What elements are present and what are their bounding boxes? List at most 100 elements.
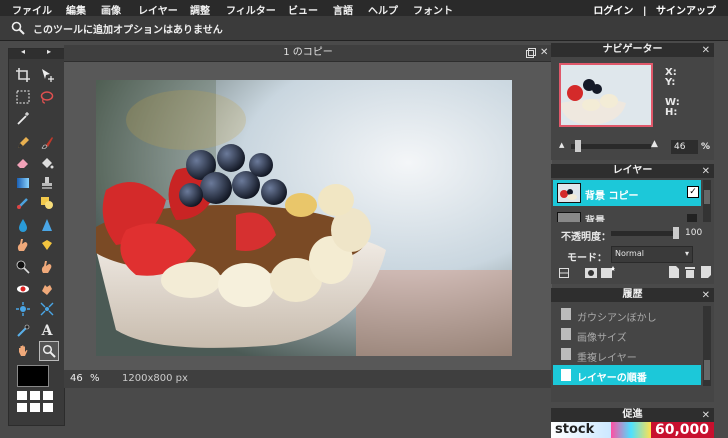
- sponge-icon[interactable]: [39, 237, 55, 253]
- chevron-down-icon: ▾: [684, 249, 689, 258]
- options-message: このツールに追加オプションはありません: [33, 25, 223, 36]
- layer-mask-icon[interactable]: [585, 268, 597, 278]
- eraser-icon[interactable]: [15, 155, 31, 171]
- navigator-title: ナビゲーター: [602, 44, 663, 55]
- promo-number: 60,000: [655, 422, 710, 438]
- gradient-icon[interactable]: [15, 175, 31, 191]
- zoom-slider[interactable]: [571, 144, 651, 149]
- menu-item-font[interactable]: フォント: [413, 2, 453, 17]
- paint-bucket-icon[interactable]: [39, 155, 55, 171]
- menu-item-file[interactable]: ファイル: [12, 2, 52, 17]
- menu-item-edit[interactable]: 編集: [66, 2, 86, 17]
- marquee-select-icon[interactable]: [15, 89, 31, 105]
- foreground-color-swatch[interactable]: [17, 365, 49, 387]
- magnifier-icon: [11, 21, 25, 38]
- layer-visibility-checkbox[interactable]: [687, 214, 697, 222]
- layer-thumbnail: [557, 183, 581, 203]
- trash-icon[interactable]: [685, 266, 695, 278]
- document-window: 1 のコピー ✕ 46 % 1200x800 px: [64, 45, 552, 388]
- brush-icon[interactable]: [39, 135, 55, 151]
- crop-icon[interactable]: [15, 67, 31, 83]
- menu-item-language[interactable]: 言語: [333, 2, 353, 17]
- canvas-photo[interactable]: [96, 80, 512, 356]
- color-replace-icon[interactable]: [15, 195, 31, 211]
- color-picker-icon[interactable]: [15, 323, 31, 339]
- layers-title: レイヤー: [612, 165, 653, 176]
- lasso-icon[interactable]: [39, 89, 55, 105]
- blend-mode-select[interactable]: Normal ▾: [611, 246, 693, 263]
- move-tool-icon[interactable]: [39, 67, 55, 83]
- zoom-out-icon[interactable]: ▲: [559, 141, 564, 149]
- dodge-icon[interactable]: [15, 259, 31, 275]
- promo-banner[interactable]: stock 60,000: [551, 422, 714, 438]
- grid-view-icon[interactable]: [17, 391, 53, 415]
- menu-bar: ファイル 編集 画像 レイヤー 調整 フィルター ビュー 言語 ヘルプ フォント…: [0, 0, 728, 17]
- menu-item-adjust[interactable]: 調整: [190, 2, 210, 17]
- navigator-title-bar[interactable]: ナビゲーター ✕: [551, 43, 714, 57]
- new-layer-icon[interactable]: [669, 266, 679, 278]
- zoom-value-input[interactable]: 46: [70, 373, 88, 385]
- history-scrollbar[interactable]: [703, 306, 711, 386]
- arrow-right-icon[interactable]: ▸: [47, 47, 51, 56]
- menu-item-view[interactable]: ビュー: [288, 2, 318, 17]
- arrow-left-icon[interactable]: ◂: [21, 47, 25, 56]
- menu-item-filter[interactable]: フィルター: [226, 2, 276, 17]
- sharpen-icon[interactable]: [39, 217, 55, 233]
- y-label: Y:: [665, 77, 676, 88]
- burn-icon[interactable]: [39, 259, 55, 275]
- pencil-icon[interactable]: [15, 135, 31, 151]
- layers-scrollbar[interactable]: [703, 180, 711, 222]
- close-history-icon[interactable]: ✕: [702, 289, 710, 303]
- document-title-bar[interactable]: 1 のコピー ✕: [64, 45, 552, 62]
- zoom-slider-handle[interactable]: [575, 140, 581, 152]
- clone-stamp-icon[interactable]: [39, 175, 55, 191]
- zoom-in-icon[interactable]: ▲: [651, 139, 658, 149]
- opacity-slider-handle[interactable]: [673, 227, 679, 239]
- opacity-value[interactable]: 100: [685, 228, 702, 238]
- menu-item-image[interactable]: 画像: [101, 2, 121, 17]
- pinch-icon[interactable]: [39, 301, 55, 317]
- navigator-thumbnail[interactable]: [559, 63, 653, 127]
- zoom-tool-icon[interactable]: [39, 341, 59, 361]
- history-panel: ガウシアンぼかし 画像サイズ 重複レイヤー レイヤーの順番: [551, 302, 714, 402]
- history-item-0[interactable]: ガウシアンぼかし: [553, 306, 701, 324]
- promo-brand: stock: [555, 422, 595, 437]
- red-eye-icon[interactable]: [15, 281, 31, 297]
- close-layers-icon[interactable]: ✕: [702, 165, 710, 179]
- smudge-icon[interactable]: [15, 237, 31, 253]
- draw-shapes-icon[interactable]: [39, 195, 55, 211]
- layer-item-0[interactable]: 背景 コピー ✓: [553, 180, 701, 206]
- history-item-3[interactable]: レイヤーの順番: [553, 365, 701, 385]
- promo-number-box: 60,000: [651, 422, 714, 438]
- layers-title-bar[interactable]: レイヤー ✕: [551, 164, 714, 178]
- history-step-icon: [561, 348, 571, 360]
- toolbox-header[interactable]: ◂ ▸: [9, 47, 64, 59]
- history-item-1[interactable]: 画像サイズ: [553, 326, 701, 344]
- account-links: ログイン | サインアップ: [593, 2, 716, 17]
- promo-title-bar[interactable]: 促進 ✕: [551, 408, 714, 422]
- type-tool-icon[interactable]: A: [39, 323, 55, 339]
- canvas-workspace[interactable]: [64, 62, 552, 370]
- menu-item-help[interactable]: ヘルプ: [368, 2, 398, 17]
- bloat-icon[interactable]: [15, 301, 31, 317]
- close-promo-icon[interactable]: ✕: [702, 409, 710, 423]
- opacity-slider[interactable]: [611, 231, 679, 236]
- layers-panel: 背景 コピー ✓ 背景 不透明度： 100 モード： Normal ▾: [551, 178, 714, 284]
- history-title-bar[interactable]: 履歴 ✕: [551, 288, 714, 302]
- layer-effects-icon[interactable]: [601, 266, 615, 278]
- spot-heal-icon[interactable]: [39, 281, 55, 297]
- drop-blur-icon[interactable]: [15, 217, 31, 233]
- layer-menu-icon[interactable]: [701, 266, 711, 278]
- close-navigator-icon[interactable]: ✕: [702, 44, 710, 58]
- magic-wand-icon[interactable]: [15, 111, 31, 127]
- layer-properties-icon[interactable]: [559, 268, 569, 278]
- menu-item-layer[interactable]: レイヤー: [138, 2, 178, 17]
- layer-item-1[interactable]: 背景: [553, 208, 701, 222]
- history-item-2[interactable]: 重複レイヤー: [553, 346, 701, 364]
- opacity-label: 不透明度：: [561, 232, 611, 243]
- navigator-zoom-input[interactable]: 46: [671, 140, 698, 154]
- hand-icon[interactable]: [15, 343, 31, 359]
- history-item-label: 重複レイヤー: [577, 353, 637, 364]
- layer-visibility-checkbox[interactable]: ✓: [687, 186, 699, 198]
- close-document-icon[interactable]: ✕: [540, 45, 548, 61]
